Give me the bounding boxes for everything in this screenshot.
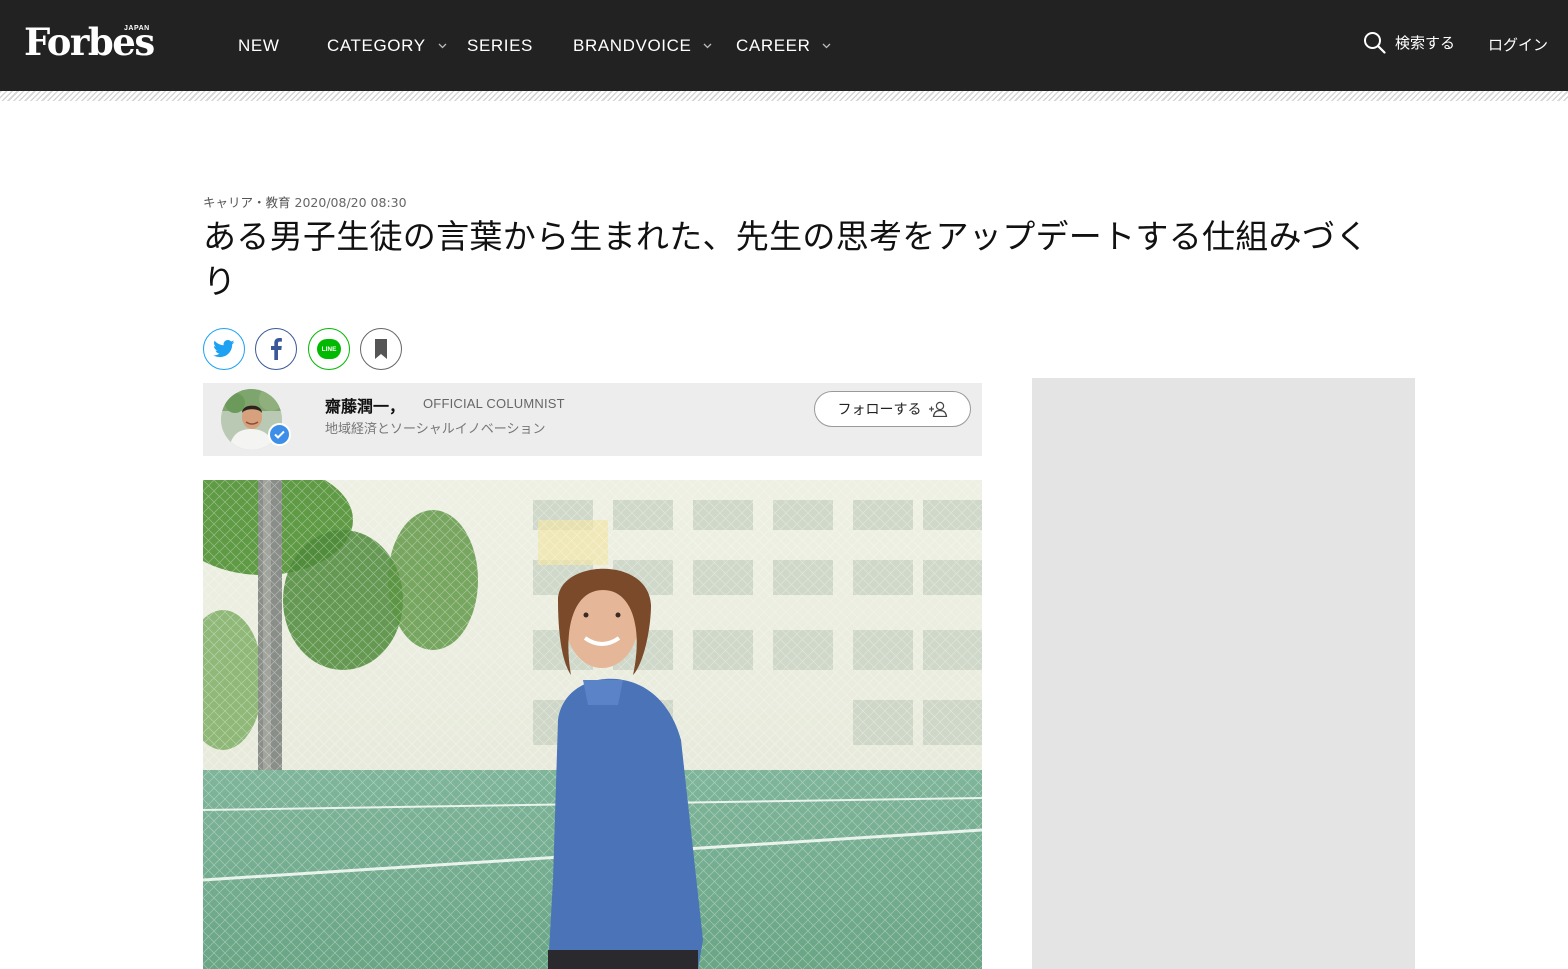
follow-button[interactable]: フォローする bbox=[814, 391, 971, 427]
article-date: 2020/08/20 08:30 bbox=[294, 195, 407, 210]
author-description: 地域経済とソーシャルイノベーション bbox=[325, 422, 546, 437]
line-icon: LINE bbox=[317, 339, 341, 359]
article-title: ある男子生徒の言葉から生まれた、先生の思考をアップデートする仕組みづくり bbox=[203, 217, 1369, 301]
login-link[interactable]: ログイン bbox=[1488, 34, 1548, 55]
share-line-button[interactable]: LINE bbox=[308, 328, 350, 370]
article-hero-image bbox=[203, 480, 982, 969]
nav-item-series[interactable]: SERIES bbox=[467, 0, 533, 91]
header-stripe-divider bbox=[0, 91, 1568, 101]
chevron-down-icon bbox=[703, 41, 713, 51]
add-person-icon bbox=[928, 401, 947, 417]
follow-label: フォローする bbox=[837, 402, 922, 418]
search-label: 検索する bbox=[1395, 34, 1456, 52]
nav-item-brandvoice[interactable]: BRANDVOICE bbox=[573, 0, 713, 91]
advertisement-placeholder[interactable] bbox=[1032, 378, 1415, 969]
forbes-japan-logo[interactable]: Forbes JAPAN bbox=[24, 16, 164, 76]
chevron-down-icon bbox=[438, 41, 448, 51]
twitter-icon bbox=[213, 340, 235, 358]
article-category[interactable]: キャリア・教育 bbox=[203, 195, 291, 210]
search-icon bbox=[1364, 32, 1386, 54]
author-role: OFFICIAL COLUMNIST bbox=[423, 396, 565, 411]
top-navigation-bar: Forbes JAPAN NEW CATEGORY SERIES BRANDVO… bbox=[0, 0, 1568, 91]
chevron-down-icon bbox=[822, 41, 832, 51]
nav-label: NEW bbox=[238, 35, 280, 55]
search-button[interactable]: 検索する bbox=[1363, 31, 1455, 54]
nav-label: SERIES bbox=[467, 35, 533, 55]
nav-item-new[interactable]: NEW bbox=[238, 0, 279, 91]
bookmark-icon bbox=[375, 339, 387, 359]
facebook-icon bbox=[271, 338, 282, 360]
share-facebook-button[interactable] bbox=[255, 328, 297, 370]
nav-item-category[interactable]: CATEGORY bbox=[327, 0, 448, 91]
nav-item-career[interactable]: CAREER bbox=[736, 0, 832, 91]
verified-badge-icon bbox=[268, 423, 291, 446]
author-name[interactable]: 齋藤潤一， bbox=[325, 393, 405, 417]
nav-label: BRANDVOICE bbox=[573, 35, 692, 55]
nav-label: CATEGORY bbox=[327, 35, 426, 55]
author-box: 齋藤潤一， OFFICIAL COLUMNIST 地域経済とソーシャルイノベーシ… bbox=[203, 383, 982, 456]
article-meta: キャリア・教育 2020/08/20 08:30 bbox=[203, 192, 407, 211]
share-twitter-button[interactable] bbox=[203, 328, 245, 370]
logo-subtext: JAPAN bbox=[124, 25, 150, 32]
bookmark-button[interactable] bbox=[360, 328, 402, 370]
nav-label: CAREER bbox=[736, 35, 811, 55]
